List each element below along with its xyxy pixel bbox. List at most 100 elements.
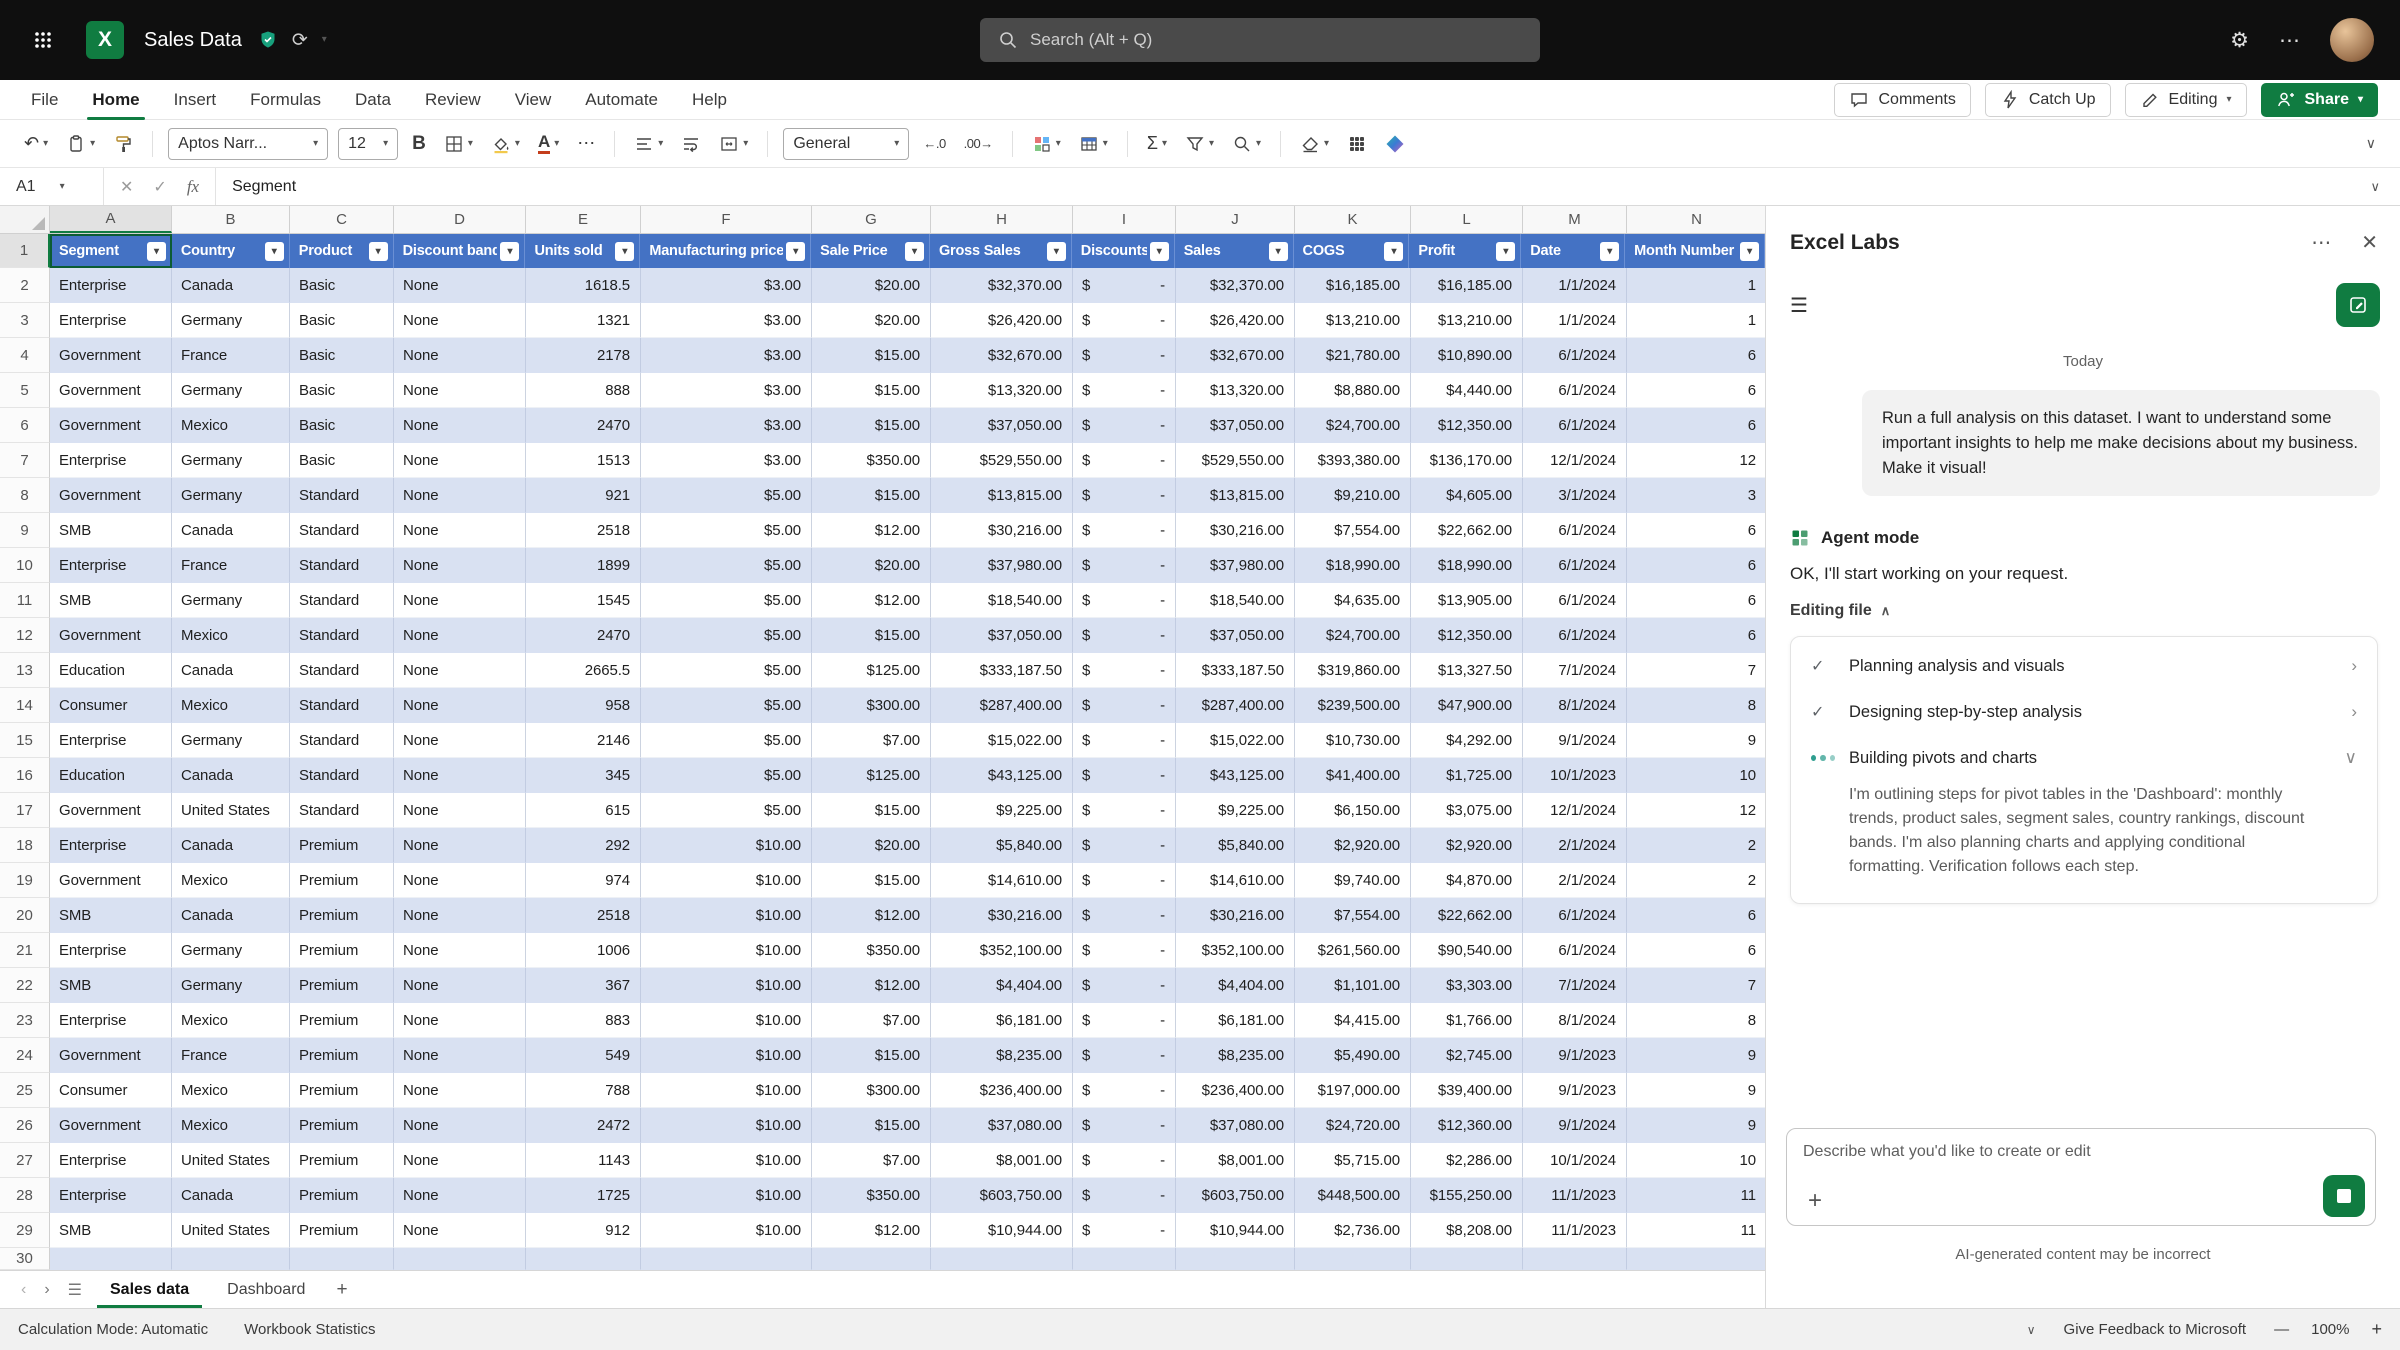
cell[interactable]: $5.00 <box>641 513 812 548</box>
cell[interactable]: $1,725.00 <box>1411 758 1523 793</box>
cell[interactable]: $10.00 <box>641 863 812 898</box>
cell[interactable]: $6,150.00 <box>1295 793 1411 828</box>
sensitivity-shield-icon[interactable] <box>258 30 278 50</box>
cell[interactable]: $- <box>1073 303 1176 338</box>
header-cell[interactable]: Date▾ <box>1521 234 1625 268</box>
cell[interactable]: None <box>394 653 526 688</box>
cell[interactable]: 2665.5 <box>526 653 641 688</box>
cell[interactable] <box>1176 1248 1295 1270</box>
cell[interactable]: 1725 <box>526 1178 641 1213</box>
cell[interactable]: Basic <box>290 338 394 373</box>
cell[interactable]: $236,400.00 <box>931 1073 1073 1108</box>
cell[interactable]: $37,980.00 <box>931 548 1073 583</box>
cancel-entry-icon[interactable]: ✕ <box>120 177 133 197</box>
cell[interactable]: None <box>394 828 526 863</box>
cell[interactable]: None <box>394 1178 526 1213</box>
name-box[interactable]: A1▾ <box>0 168 104 205</box>
number-pad-button[interactable] <box>1339 126 1375 162</box>
cell[interactable]: 345 <box>526 758 641 793</box>
row-number[interactable]: 29 <box>0 1213 50 1248</box>
cell[interactable]: 12/1/2024 <box>1523 793 1627 828</box>
cell[interactable]: 11/1/2023 <box>1523 1178 1627 1213</box>
cell[interactable]: Premium <box>290 1213 394 1248</box>
cell[interactable]: 788 <box>526 1073 641 1108</box>
sort-filter-button[interactable]: ▾ <box>1177 126 1222 162</box>
borders-button[interactable]: ▾ <box>436 126 481 162</box>
cell[interactable]: $37,980.00 <box>1176 548 1295 583</box>
cell[interactable]: $529,550.00 <box>931 443 1073 478</box>
cell[interactable]: 292 <box>526 828 641 863</box>
cell[interactable]: Standard <box>290 513 394 548</box>
cell[interactable]: $9,740.00 <box>1295 863 1411 898</box>
cell[interactable]: SMB <box>50 583 172 618</box>
decrease-decimal-button[interactable]: .00→ <box>956 126 1001 162</box>
filter-button[interactable]: ▾ <box>1600 242 1619 261</box>
cell[interactable]: None <box>394 1038 526 1073</box>
cell[interactable]: $350.00 <box>812 933 931 968</box>
cell[interactable]: $5,490.00 <box>1295 1038 1411 1073</box>
cell[interactable]: $18,540.00 <box>1176 583 1295 618</box>
cell[interactable]: $- <box>1073 618 1176 653</box>
cell[interactable]: $155,250.00 <box>1411 1178 1523 1213</box>
cell[interactable]: $12.00 <box>812 968 931 1003</box>
column-header-C[interactable]: C <box>290 206 394 233</box>
cell[interactable]: 3/1/2024 <box>1523 478 1627 513</box>
cell[interactable]: $37,050.00 <box>931 408 1073 443</box>
increase-decimal-button[interactable]: ←.0 <box>915 126 953 162</box>
comments-button[interactable]: Comments <box>1834 83 1970 117</box>
merge-center-button[interactable]: ▾ <box>711 126 756 162</box>
agent-step[interactable]: ✓Planning analysis and visuals› <box>1791 643 2377 689</box>
cell[interactable]: $319,860.00 <box>1295 653 1411 688</box>
cell[interactable]: $37,050.00 <box>1176 408 1295 443</box>
cell[interactable]: Premium <box>290 898 394 933</box>
cell[interactable]: 6 <box>1627 898 1765 933</box>
panel-more-options-icon[interactable]: ⋯ <box>2311 230 2331 255</box>
header-cell[interactable]: Country▾ <box>172 234 290 268</box>
cell[interactable]: Germany <box>172 968 290 1003</box>
cell[interactable]: $37,080.00 <box>1176 1108 1295 1143</box>
cell[interactable]: $300.00 <box>812 1073 931 1108</box>
cell[interactable]: $352,100.00 <box>1176 933 1295 968</box>
cell[interactable]: $3.00 <box>641 338 812 373</box>
cell[interactable]: $8,001.00 <box>931 1143 1073 1178</box>
cell[interactable]: 9 <box>1627 1038 1765 1073</box>
cell[interactable]: $3.00 <box>641 268 812 303</box>
cell[interactable] <box>1295 1248 1411 1270</box>
cell[interactable]: $4,404.00 <box>931 968 1073 1003</box>
cell[interactable]: Germany <box>172 933 290 968</box>
add-sheet-button[interactable]: + <box>324 1279 359 1301</box>
cell[interactable] <box>1073 1248 1176 1270</box>
cell[interactable]: Germany <box>172 303 290 338</box>
cell[interactable] <box>1411 1248 1523 1270</box>
cell[interactable]: $- <box>1073 1003 1176 1038</box>
filter-button[interactable]: ▾ <box>1740 242 1759 261</box>
cell[interactable]: $4,415.00 <box>1295 1003 1411 1038</box>
cell[interactable]: None <box>394 1108 526 1143</box>
cell[interactable]: United States <box>172 1213 290 1248</box>
cell[interactable]: $5.00 <box>641 478 812 513</box>
row-number[interactable]: 30 <box>0 1248 50 1270</box>
cell[interactable]: $3.00 <box>641 373 812 408</box>
cell[interactable]: 6/1/2024 <box>1523 933 1627 968</box>
cell[interactable]: None <box>394 338 526 373</box>
cell[interactable]: $15.00 <box>812 1038 931 1073</box>
cell[interactable]: $529,550.00 <box>1176 443 1295 478</box>
cell[interactable]: $4,292.00 <box>1411 723 1523 758</box>
cell[interactable]: $12,350.00 <box>1411 618 1523 653</box>
cell[interactable]: 1/1/2024 <box>1523 268 1627 303</box>
cell[interactable]: $10.00 <box>641 1213 812 1248</box>
cell[interactable]: $393,380.00 <box>1295 443 1411 478</box>
cell[interactable]: $24,700.00 <box>1295 408 1411 443</box>
cell[interactable]: Standard <box>290 688 394 723</box>
row-number[interactable]: 27 <box>0 1143 50 1178</box>
cell[interactable]: $- <box>1073 443 1176 478</box>
cell[interactable]: $- <box>1073 863 1176 898</box>
cell[interactable]: $4,605.00 <box>1411 478 1523 513</box>
cell[interactable]: $2,745.00 <box>1411 1038 1523 1073</box>
cell[interactable]: 2 <box>1627 863 1765 898</box>
cell[interactable]: $239,500.00 <box>1295 688 1411 723</box>
cell[interactable]: $136,170.00 <box>1411 443 1523 478</box>
cell[interactable]: $15.00 <box>812 863 931 898</box>
cell[interactable]: $7.00 <box>812 1003 931 1038</box>
cell[interactable]: $10.00 <box>641 898 812 933</box>
